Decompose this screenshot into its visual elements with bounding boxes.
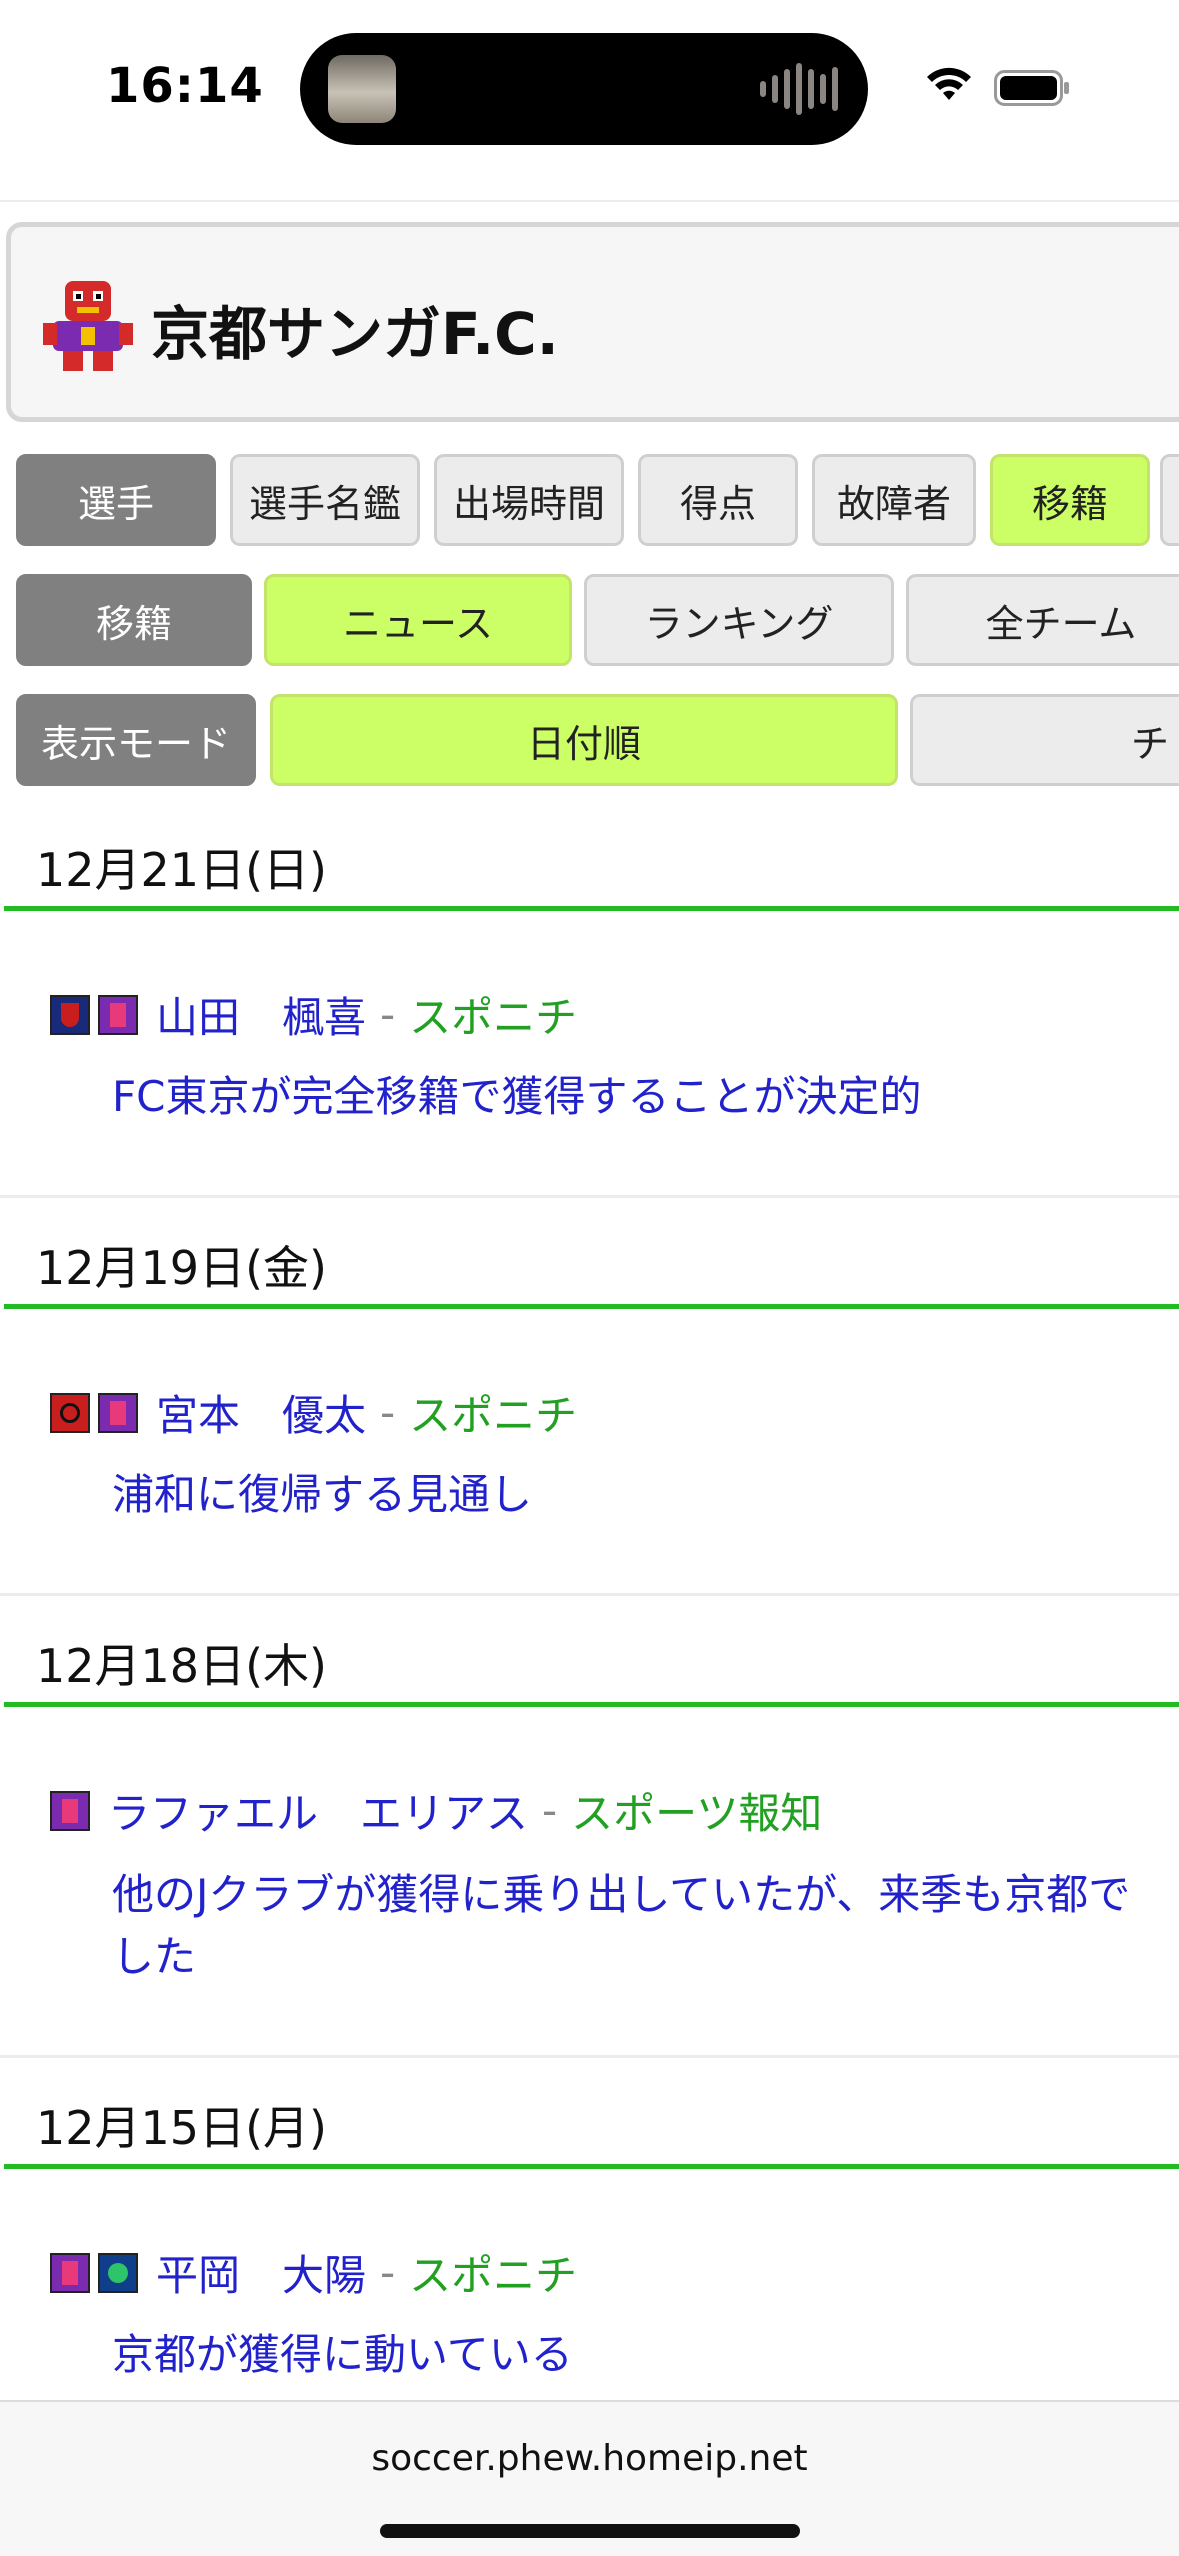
separator-dash: -: [380, 1388, 396, 1437]
date-divider: [4, 2164, 1179, 2169]
kyoto-emblem-icon: [98, 1392, 138, 1433]
player-category-label[interactable]: 選手: [16, 454, 216, 546]
status-bar: 16:14: [0, 0, 1179, 180]
tab-playing-time[interactable]: 出場時間: [434, 454, 624, 546]
player-link[interactable]: 宮本 優太: [156, 1382, 366, 1443]
separator-dash: -: [380, 990, 396, 1039]
news-item-header: 宮本 優太 - スポニチ: [50, 1382, 577, 1443]
kyoto-emblem-icon: [50, 2252, 90, 2293]
tab-by-team[interactable]: チ: [910, 694, 1179, 786]
tab-ranking[interactable]: ランキング: [584, 574, 894, 666]
transfer-category-label[interactable]: 移籍: [16, 574, 252, 666]
tab-by-date[interactable]: 日付順: [270, 694, 898, 786]
audio-waveform-icon: [760, 63, 838, 115]
club-emblem-icon: [98, 2252, 138, 2293]
tab-transfer[interactable]: 移籍: [990, 454, 1150, 546]
transfer-nav-row: 移籍 ニュース ランキング 全チーム: [0, 574, 1179, 670]
now-playing-artwork-icon: [328, 55, 396, 123]
date-header: 12月21日(日): [36, 843, 327, 897]
news-source[interactable]: スポニチ: [409, 2242, 577, 2303]
tab-injured[interactable]: 故障者: [812, 454, 976, 546]
team-mascot-icon: [43, 281, 133, 371]
team-header: 京都サンガF.C.: [6, 222, 1179, 422]
player-link[interactable]: 平岡 大陽: [156, 2242, 366, 2303]
item-divider: [0, 1195, 1179, 1198]
club-emblem-icon: [50, 1392, 90, 1433]
display-mode-row: 表示モード 日付順 チ: [0, 694, 1179, 790]
home-indicator[interactable]: [380, 2524, 800, 2538]
separator-dash: -: [542, 1786, 558, 1835]
date-header: 12月18日(木): [36, 1639, 327, 1693]
divider: [0, 200, 1179, 202]
news-headline-link[interactable]: 浦和に復帰する見通し: [112, 1464, 532, 1526]
tab-news[interactable]: ニュース: [264, 574, 572, 666]
date-divider: [4, 1304, 1179, 1309]
tab-goals[interactable]: 得点: [638, 454, 798, 546]
battery-icon: [994, 70, 1069, 106]
news-source[interactable]: スポーツ報知: [571, 1780, 822, 1841]
dynamic-island[interactable]: [300, 33, 868, 145]
tab-player-directory[interactable]: 選手名鑑: [230, 454, 420, 546]
tab-all-teams[interactable]: 全チーム: [906, 574, 1179, 666]
wifi-icon: [927, 67, 971, 100]
kyoto-emblem-icon: [50, 1790, 90, 1831]
news-headline-link[interactable]: FC東京が完全移籍で獲得することが決定的: [112, 1066, 922, 1128]
date-divider: [4, 906, 1179, 911]
date-header: 12月15日(月): [36, 2101, 327, 2155]
news-headline-link-continued[interactable]: した: [112, 1926, 196, 1988]
club-emblem-icon: [50, 994, 90, 1035]
news-item-header: ラファエル エリアス - スポーツ報知: [50, 1780, 822, 1841]
display-mode-label[interactable]: 表示モード: [16, 694, 256, 786]
tab-more[interactable]: [1160, 454, 1179, 546]
player-link[interactable]: 山田 楓喜: [156, 984, 366, 1045]
news-headline-link[interactable]: 他のJクラブが獲得に乗り出していたが、来季も京都で: [112, 1864, 1130, 1926]
separator-dash: -: [380, 2248, 396, 2297]
status-time: 16:14: [106, 58, 264, 114]
date-divider: [4, 1702, 1179, 1707]
item-divider: [0, 2055, 1179, 2058]
news-source[interactable]: スポニチ: [409, 984, 577, 1045]
browser-bottom-bar: soccer.phew.homeip.net: [0, 2400, 1179, 2556]
news-headline-link[interactable]: 京都が獲得に動いている: [112, 2324, 573, 2386]
team-name: 京都サンガF.C.: [151, 300, 559, 368]
address-bar-url[interactable]: soccer.phew.homeip.net: [0, 2438, 1179, 2479]
news-source[interactable]: スポニチ: [409, 1382, 577, 1443]
news-item-header: 山田 楓喜 - スポニチ: [50, 984, 577, 1045]
news-item-header: 平岡 大陽 - スポニチ: [50, 2242, 577, 2303]
item-divider: [0, 1593, 1179, 1596]
kyoto-emblem-icon: [98, 994, 138, 1035]
date-header: 12月19日(金): [36, 1241, 327, 1295]
player-nav-row: 選手 選手名鑑 出場時間 得点 故障者 移籍: [0, 454, 1179, 550]
player-link[interactable]: ラファエル エリアス: [108, 1780, 528, 1841]
